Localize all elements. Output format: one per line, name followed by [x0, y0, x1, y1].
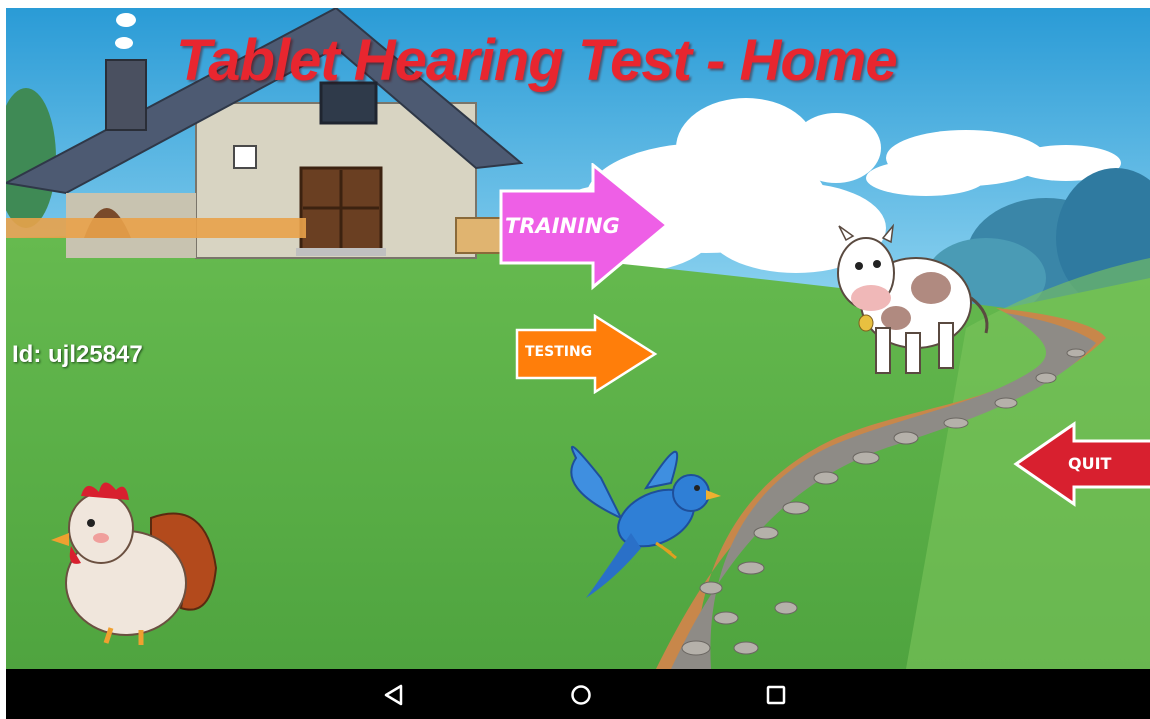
page-title: Tablet Hearing Test - Home: [176, 28, 898, 93]
user-id-label: Id: ujl25847: [12, 341, 143, 368]
app-screen: Tablet Hearing Test - Home Id: ujl25847 …: [6, 8, 1150, 669]
training-button-label: TRAINING: [505, 214, 620, 238]
testing-button[interactable]: TESTING: [513, 314, 659, 394]
recents-square-icon[interactable]: [756, 677, 796, 713]
quit-button-label: QUIT: [1068, 454, 1112, 473]
back-triangle-icon[interactable]: [374, 677, 414, 713]
training-button[interactable]: TRAINING: [495, 163, 673, 291]
testing-button-label: TESTING: [525, 344, 593, 360]
home-circle-icon[interactable]: [561, 677, 601, 713]
quit-button[interactable]: QUIT: [1012, 421, 1150, 507]
android-navigation-bar: [6, 669, 1150, 719]
